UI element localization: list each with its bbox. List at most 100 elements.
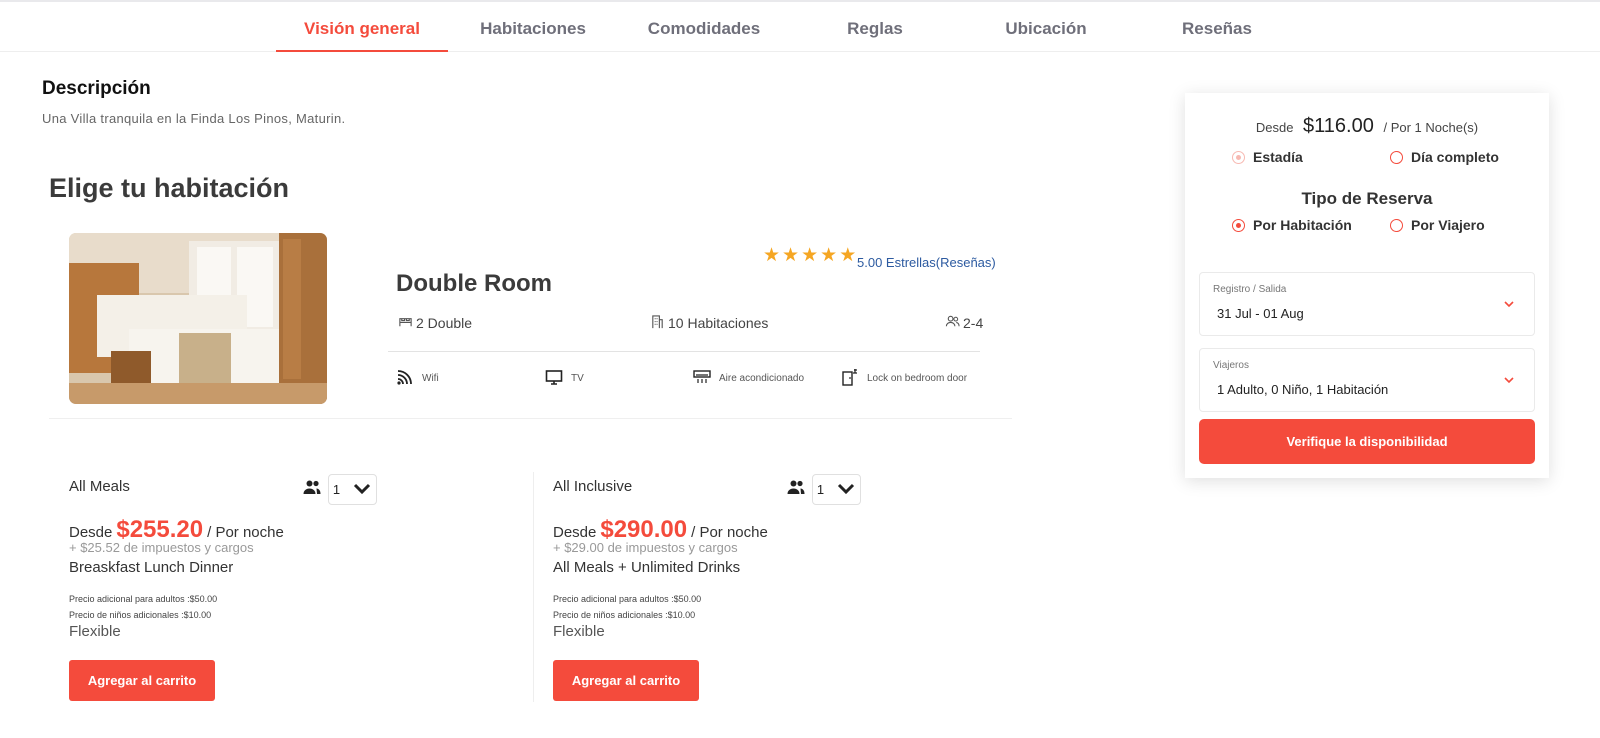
- star-icon: ★: [839, 245, 857, 266]
- room-count-label: 10 Habitaciones: [668, 315, 769, 331]
- price-from-label: Desde: [69, 524, 113, 541]
- users-icon: [786, 477, 806, 502]
- price-per-night: / Por noche: [691, 524, 768, 541]
- amenity-ac: Aire acondicionado: [693, 368, 804, 389]
- star-icon: ★: [763, 245, 781, 266]
- booking-price-amount: $116.00: [1303, 115, 1374, 137]
- tab-rules[interactable]: Reglas: [789, 2, 961, 52]
- travelers-label: Viajeros: [1213, 360, 1249, 371]
- check-availability-button[interactable]: Verifique la disponibilidad: [1199, 419, 1535, 464]
- radio-indicator: [1390, 218, 1403, 232]
- booking-price: Desde $116.00 / Por 1 Noche(s): [1185, 115, 1549, 138]
- radio-per-traveler[interactable]: Por Viajero: [1390, 217, 1485, 233]
- room-separator: [49, 418, 1012, 419]
- dates-value: 31 Jul - 01 Aug: [1217, 306, 1304, 321]
- plan-policy: Flexible: [69, 623, 121, 640]
- star-icon: ★: [801, 245, 819, 266]
- tab-amenities[interactable]: Comodidades: [618, 2, 790, 52]
- booking-type-title: Tipo de Reserva: [1301, 189, 1433, 208]
- radio-per-room[interactable]: Por Habitación: [1232, 217, 1352, 233]
- plan-divider: [533, 472, 534, 702]
- plan-taxes: + $25.52 de impuestos y cargos: [69, 540, 254, 555]
- plan-kids-extra: Precio de niños adicionales :$10.00: [553, 610, 696, 620]
- radio-label: Día completo: [1411, 149, 1499, 165]
- amenity-wifi: Wifi: [396, 368, 439, 389]
- tab-overview[interactable]: Visión general: [276, 2, 448, 52]
- plan-kids-extra: Precio de niños adicionales :$10.00: [69, 610, 212, 620]
- plan-meals: All Meals + Unlimited Drinks: [553, 559, 741, 576]
- quantity-select[interactable]: 1: [812, 474, 861, 505]
- plan-guest-selector: 1: [786, 474, 861, 505]
- amenity-label: Lock on bedroom door: [867, 373, 968, 384]
- booking-widget: Desde $116.00 / Por 1 Noche(s) Estadía D…: [1185, 93, 1549, 478]
- room-guests-label: 2-4: [963, 315, 984, 331]
- price-per-night: / Por noche: [207, 524, 284, 541]
- room-count: 10 Habitaciones: [650, 314, 768, 332]
- dates-label: Registro / Salida: [1213, 284, 1287, 295]
- plan-taxes: + $29.00 de impuestos y cargos: [553, 540, 738, 555]
- radio-label: Por Viajero: [1411, 217, 1485, 233]
- amenity-label: TV: [571, 373, 584, 384]
- dates-field[interactable]: Registro / Salida 31 Jul - 01 Aug: [1199, 272, 1535, 336]
- rating-reviews-link[interactable]: 5.00 Estrellas(Reseñas): [857, 255, 996, 270]
- description-text: Una Villa tranquila en la Finda Los Pino…: [42, 111, 346, 126]
- price-from-label: Desde: [553, 524, 597, 541]
- booking-per-night: / Por 1 Noche(s): [1383, 120, 1479, 135]
- amenity-label: Aire acondicionado: [719, 373, 805, 384]
- booking-from-label: Desde: [1255, 120, 1294, 135]
- radio-indicator: [1232, 218, 1245, 232]
- radio-indicator: [1232, 150, 1245, 164]
- quantity-value: 1: [816, 482, 825, 497]
- plan-adult-extra: Precio adicional para adultos :$50.00: [553, 594, 702, 604]
- room-beds-label: 2 Double: [416, 315, 473, 331]
- quantity-value: 1: [332, 482, 341, 497]
- choose-room-title: Elige tu habitación: [49, 173, 290, 203]
- add-to-cart-button[interactable]: Agregar al carrito: [553, 660, 699, 701]
- radio-label: Estadía: [1253, 149, 1303, 165]
- room-beds: 2 Double: [398, 314, 472, 332]
- chevron-down-icon: [1502, 373, 1516, 392]
- chevron-down-icon: [1502, 297, 1516, 316]
- building-icon: [650, 314, 665, 332]
- room-name: Double Room: [396, 270, 552, 297]
- room-divider: [388, 351, 980, 352]
- rating-stars: ★ ★ ★ ★ ★: [763, 246, 856, 266]
- plan-name: All Meals: [69, 478, 130, 495]
- room-guests: 2-4: [945, 314, 983, 332]
- users-icon: [302, 477, 322, 502]
- chevron-down-icon: [836, 478, 856, 501]
- plan-meals: Breaskfast Lunch Dinner: [69, 559, 234, 576]
- tab-location[interactable]: Ubicación: [960, 2, 1132, 52]
- bed-icon: [398, 314, 413, 332]
- air-conditioner-icon: [693, 368, 711, 389]
- star-icon: ★: [782, 245, 800, 266]
- amenity-label: Wifi: [422, 373, 439, 384]
- section-tabs: Visión general Habitaciones Comodidades …: [0, 2, 1600, 52]
- add-to-cart-button[interactable]: Agregar al carrito: [69, 660, 215, 701]
- travelers-value: 1 Adulto, 0 Niño, 1 Habitación: [1217, 382, 1389, 397]
- wifi-icon: [396, 368, 414, 389]
- radio-indicator: [1390, 150, 1403, 164]
- amenity-lock: Lock on bedroom door: [841, 368, 967, 389]
- chevron-down-icon: [352, 478, 372, 501]
- plan-adult-extra: Precio adicional para adultos :$50.00: [69, 594, 218, 604]
- tab-reviews[interactable]: Reseñas: [1131, 2, 1303, 52]
- rate-plan-all-inclusive: All Inclusive 1 Desde $290.00 / Por noch…: [553, 470, 993, 701]
- amenity-tv: TV: [545, 368, 584, 389]
- star-icon: ★: [820, 245, 838, 266]
- users-icon: [945, 314, 960, 332]
- tv-icon: [545, 368, 563, 389]
- plan-policy: Flexible: [553, 623, 605, 640]
- room-photo[interactable]: [69, 233, 327, 404]
- rate-plan-all-meals: All Meals 1 Desde $255.20 / Por noche + …: [69, 470, 509, 701]
- radio-label: Por Habitación: [1253, 217, 1352, 233]
- radio-stay[interactable]: Estadía: [1232, 149, 1303, 165]
- plan-guest-selector: 1: [302, 474, 377, 505]
- quantity-select[interactable]: 1: [328, 474, 377, 505]
- travelers-field[interactable]: Viajeros 1 Adulto, 0 Niño, 1 Habitación: [1199, 348, 1535, 412]
- plan-name: All Inclusive: [553, 478, 633, 495]
- door-lock-icon: [841, 368, 859, 389]
- description-title: Descripción: [42, 78, 151, 99]
- tab-rooms[interactable]: Habitaciones: [447, 2, 619, 52]
- radio-full-day[interactable]: Día completo: [1390, 149, 1499, 165]
